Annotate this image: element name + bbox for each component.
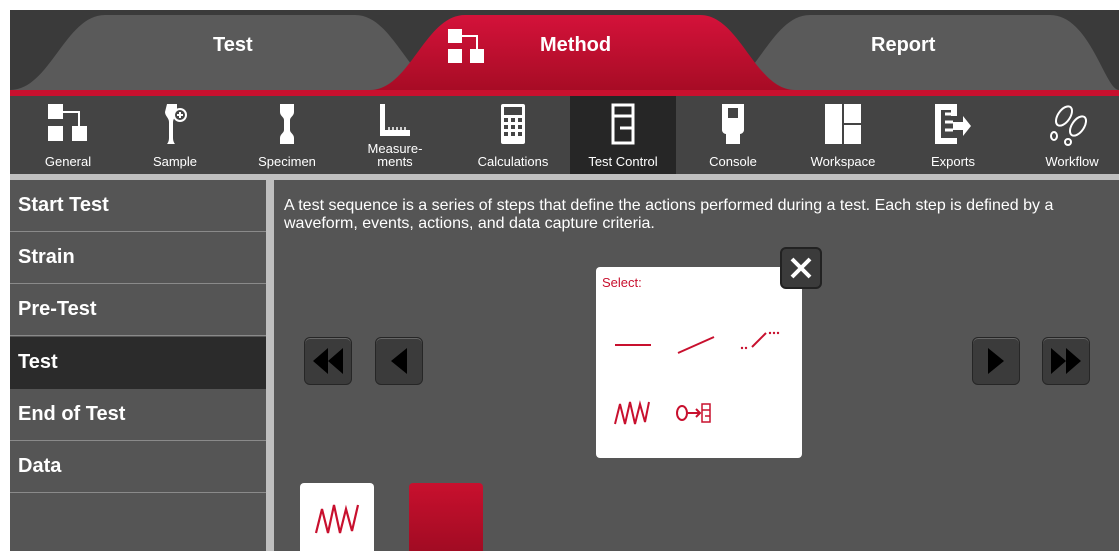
tool-specimen-label: Specimen bbox=[258, 154, 316, 169]
main-panel: A test sequence is a series of steps tha… bbox=[274, 180, 1119, 551]
tool-workflow[interactable]: Workflow bbox=[1030, 96, 1114, 174]
tool-exports-label: Exports bbox=[930, 154, 976, 169]
double-left-arrow-icon bbox=[313, 348, 343, 374]
sequence-description: A test sequence is a series of steps tha… bbox=[284, 197, 1054, 232]
sidebar-item-label: Strain bbox=[18, 246, 75, 268]
sidebar-divider bbox=[266, 180, 274, 551]
tab-method-label: Method bbox=[540, 34, 612, 56]
tab-bar: Test Method Report bbox=[10, 10, 1119, 90]
tab-report[interactable]: Report bbox=[871, 34, 935, 57]
profile-waveform-icon bbox=[740, 331, 780, 350]
sidebar-item-pre-test[interactable]: Pre-Test bbox=[10, 284, 266, 336]
sidebar-item-end-of-test[interactable]: End of Test bbox=[10, 389, 266, 441]
waveform-select-popup: Select: bbox=[596, 267, 802, 458]
cyclic-waveform-icon bbox=[314, 504, 360, 534]
tool-sample-label: Sample bbox=[152, 154, 198, 169]
left-arrow-icon bbox=[391, 348, 407, 374]
popup-select-label: Select: bbox=[602, 275, 642, 290]
calculator-icon bbox=[501, 104, 525, 144]
previous-step-button[interactable] bbox=[375, 337, 423, 385]
sidebar-item-label: Test bbox=[18, 351, 58, 373]
tool-workflow-label: Workflow bbox=[1045, 154, 1099, 169]
go-to-step-option[interactable] bbox=[673, 393, 719, 433]
step-cyclic-waveform-tile[interactable] bbox=[300, 483, 374, 551]
exports-icon bbox=[935, 104, 971, 144]
tool-calculations-label: Calculations bbox=[477, 154, 549, 169]
method-blocks-icon bbox=[448, 29, 484, 63]
sidebar-item-label: Data bbox=[18, 455, 62, 477]
sidebar-item-test[interactable]: Test bbox=[10, 337, 266, 389]
tool-test-control[interactable]: Test Control bbox=[570, 96, 676, 174]
cyclic-waveform-option[interactable] bbox=[610, 393, 656, 433]
close-icon bbox=[790, 257, 812, 279]
tab-method[interactable]: Method bbox=[446, 25, 646, 75]
tool-test-control-label: Test Control bbox=[588, 154, 658, 169]
sidebar-item-label: Start Test bbox=[18, 194, 109, 216]
measurements-icon bbox=[380, 104, 410, 136]
hold-waveform-option[interactable] bbox=[610, 325, 656, 365]
tab-test[interactable]: Test bbox=[213, 34, 253, 57]
tool-measurements-label: Measure- ments bbox=[367, 141, 423, 169]
double-right-arrow-icon bbox=[1051, 348, 1081, 374]
sidebar-item-label: End of Test bbox=[18, 403, 126, 425]
tool-calculations[interactable]: Calculations bbox=[465, 96, 561, 174]
last-step-button[interactable] bbox=[1042, 337, 1090, 385]
ramp-waveform-icon bbox=[677, 336, 715, 354]
test-control-icon bbox=[611, 103, 635, 145]
tool-console-label: Console bbox=[709, 154, 757, 169]
console-icon bbox=[722, 104, 744, 144]
tool-console[interactable]: Console bbox=[698, 96, 768, 174]
method-toolbar: General Sample Specimen Measure- ments C… bbox=[10, 96, 1119, 174]
sequence-sidebar: Start Test Strain Pre-Test Test End of T… bbox=[10, 180, 266, 551]
go-to-step-icon bbox=[676, 403, 711, 423]
sidebar-item-start-test[interactable]: Start Test bbox=[10, 180, 266, 232]
step-selected-tile[interactable] bbox=[409, 483, 483, 551]
tool-specimen[interactable]: Specimen bbox=[248, 96, 326, 174]
cyclic-waveform-icon bbox=[614, 400, 650, 425]
tool-workspace-label: Workspace bbox=[810, 154, 876, 169]
sidebar-item-strain[interactable]: Strain bbox=[10, 232, 266, 284]
general-blocks-icon bbox=[48, 104, 87, 141]
sidebar-item-data[interactable]: Data bbox=[10, 441, 266, 493]
ramp-waveform-option[interactable] bbox=[673, 325, 719, 365]
profile-waveform-option[interactable] bbox=[736, 321, 782, 361]
sidebar-item-label: Pre-Test bbox=[18, 298, 97, 320]
sample-icon bbox=[165, 104, 187, 144]
right-arrow-icon bbox=[988, 348, 1004, 374]
workflow-icon bbox=[1050, 105, 1087, 146]
tool-measurements[interactable]: Measure- ments bbox=[360, 96, 430, 174]
tool-workspace[interactable]: Workspace bbox=[800, 96, 886, 174]
workspace-icon bbox=[825, 104, 861, 144]
tool-general[interactable]: General bbox=[28, 96, 108, 174]
tool-general-label: General bbox=[44, 154, 92, 169]
next-step-button[interactable] bbox=[972, 337, 1020, 385]
close-popup-button[interactable] bbox=[780, 247, 822, 289]
specimen-icon bbox=[280, 104, 294, 144]
first-step-button[interactable] bbox=[304, 337, 352, 385]
tool-sample[interactable]: Sample bbox=[140, 96, 210, 174]
tool-exports[interactable]: Exports bbox=[915, 96, 991, 174]
hold-waveform-icon bbox=[615, 344, 651, 346]
app-window: Test Method Report General Sample Specim… bbox=[10, 10, 1119, 551]
